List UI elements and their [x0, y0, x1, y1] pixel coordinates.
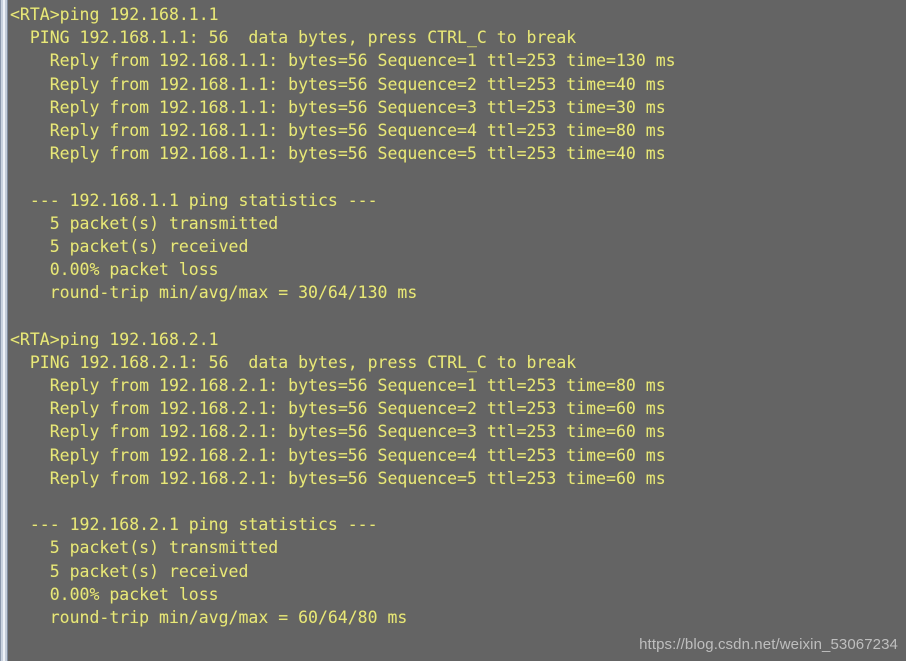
console-line: PING 192.168.1.1: 56 data bytes, press C…	[10, 28, 577, 48]
console-line: --- 192.168.2.1 ping statistics ---	[10, 515, 378, 535]
console-line: Reply from 192.168.2.1: bytes=56 Sequenc…	[10, 376, 666, 395]
console-line: Reply from 192.168.1.1: bytes=56 Sequenc…	[10, 144, 666, 164]
console-line: <RTA>ping 192.168.2.1	[10, 329, 219, 349]
console-line: Reply from 192.168.1.1: bytes=56 Sequenc…	[10, 120, 666, 140]
console-line: PING 192.168.2.1: 56 data bytes, press C…	[10, 352, 577, 372]
console-line: Reply from 192.168.2.1: bytes=56 Sequenc…	[10, 468, 666, 488]
console-line: 0.00% packet loss	[10, 260, 219, 280]
console-line: <RTA>ping 192.168.1.1	[10, 5, 219, 24]
console-line: 5 packet(s) transmitted	[10, 213, 279, 233]
terminal-window: <RTA>ping 192.168.1.1 PING 192.168.1.1: …	[0, 0, 906, 661]
console-line: 5 packet(s) transmitted	[10, 538, 279, 558]
console-line: 5 packet(s) received	[10, 236, 249, 256]
console-line: Reply from 192.168.2.1: bytes=56 Sequenc…	[10, 445, 666, 465]
console-line: Reply from 192.168.1.1: bytes=56 Sequenc…	[10, 51, 676, 71]
console-line: round-trip min/avg/max = 30/64/130 ms	[10, 283, 418, 303]
console-line: 0.00% packet loss	[10, 584, 219, 604]
console-line: Reply from 192.168.1.1: bytes=56 Sequenc…	[10, 97, 666, 117]
console-line: round-trip min/avg/max = 60/64/80 ms	[10, 607, 408, 627]
console-line: Reply from 192.168.1.1: bytes=56 Sequenc…	[10, 74, 666, 94]
console-line: Reply from 192.168.2.1: bytes=56 Sequenc…	[10, 422, 666, 442]
console-line: Reply from 192.168.2.1: bytes=56 Sequenc…	[10, 399, 666, 419]
console-line: --- 192.168.1.1 ping statistics ---	[10, 190, 378, 210]
console-line: 5 packet(s) received	[10, 561, 249, 581]
console-output[interactable]: <RTA>ping 192.168.1.1 PING 192.168.1.1: …	[8, 0, 906, 661]
terminal-scrollbar-gutter[interactable]	[0, 0, 8, 661]
